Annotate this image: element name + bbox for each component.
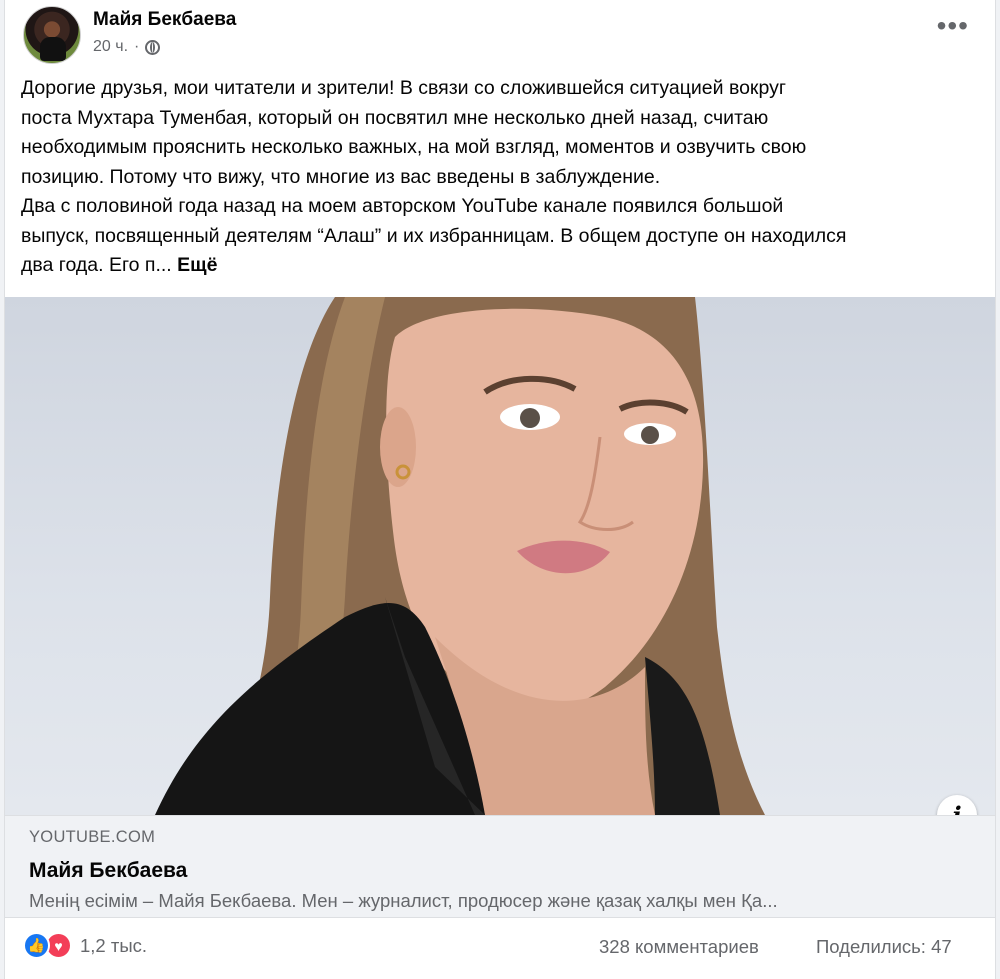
post-text: Дорогие друзья, мои читатели и зрители! … <box>21 74 983 281</box>
link-description: Менің есімім – Майя Бекбаева. Мен – журн… <box>29 890 778 911</box>
post-timestamp[interactable]: 20 ч. <box>93 38 128 56</box>
author-avatar[interactable] <box>23 6 81 64</box>
author-name[interactable]: Майя Бекбаева <box>93 9 236 31</box>
see-more-link[interactable]: Ещё <box>177 254 217 276</box>
post-photo[interactable]: i <box>5 297 995 815</box>
meta-separator: · <box>134 38 140 55</box>
reactions-count: 1,2 тыс. <box>80 934 148 956</box>
post-meta: 20 ч. · <box>93 38 161 56</box>
post-footer: 👍 ♥ 1,2 тыс. 328 комментариев Поделились… <box>5 918 995 979</box>
comments-count[interactable]: 328 комментариев <box>599 936 759 958</box>
portrait-image <box>155 297 765 815</box>
reactions-summary[interactable]: 👍 ♥ 1,2 тыс. <box>23 932 147 959</box>
shares-count[interactable]: Поделились: 47 <box>816 936 952 958</box>
post-card: Майя Бекбаева 20 ч. · ••• Дорогие друзья… <box>4 0 996 979</box>
post-header: Майя Бекбаева 20 ч. · ••• <box>5 0 995 72</box>
like-reaction-icon: 👍 <box>23 932 50 959</box>
more-options-icon[interactable]: ••• <box>937 12 969 40</box>
link-preview[interactable]: YOUTUBE.COM Майя Бекбаева Менің есімім –… <box>5 815 995 918</box>
globe-icon[interactable] <box>145 39 161 55</box>
link-domain: YOUTUBE.COM <box>29 828 156 846</box>
post-body: Дорогие друзья, мои читатели и зрители! … <box>21 77 847 276</box>
link-title[interactable]: Майя Бекбаева <box>29 859 187 883</box>
